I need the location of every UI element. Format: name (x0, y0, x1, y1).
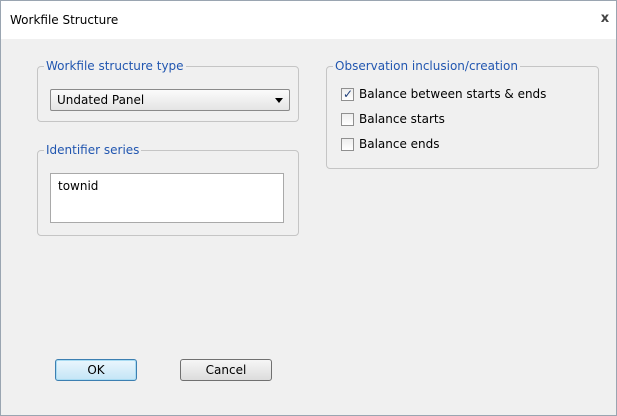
structure-type-value: Undated Panel (57, 93, 145, 107)
chevron-down-icon (275, 98, 283, 103)
close-icon[interactable]: x (598, 11, 612, 27)
checkbox-box[interactable]: ✓ (341, 87, 354, 101)
checkbox-box[interactable] (341, 113, 354, 126)
identifier-series-legend: Identifier series (46, 143, 140, 157)
structure-type-group: Workfile structure type Undated Panel (37, 59, 299, 122)
observation-legend: Observation inclusion/creation (335, 59, 518, 73)
balance-starts-label: Balance starts (359, 112, 445, 126)
ok-button[interactable]: OK (55, 359, 137, 381)
cancel-button[interactable]: Cancel (180, 359, 272, 381)
identifier-series-group: Identifier series townid (37, 143, 299, 236)
workfile-structure-dialog: Workfile Structure x Workfile structure … (0, 0, 617, 416)
balance-ends-label: Balance ends (359, 137, 440, 151)
identifier-series-input[interactable]: townid (50, 173, 284, 223)
balance-between-starts-ends-label: Balance between starts & ends (359, 87, 547, 101)
observation-group: Observation inclusion/creation ✓ Balance… (326, 59, 599, 169)
dialog-content: Workfile structure type Undated Panel Id… (1, 39, 616, 415)
structure-type-select[interactable]: Undated Panel (50, 89, 290, 111)
title-bar: Workfile Structure x (1, 1, 616, 39)
dialog-title: Workfile Structure (10, 13, 119, 27)
checkmark-icon: ✓ (343, 87, 354, 101)
identifier-series-item[interactable]: townid (58, 179, 98, 193)
checkbox-box[interactable] (341, 138, 354, 151)
structure-type-legend: Workfile structure type (46, 59, 184, 73)
